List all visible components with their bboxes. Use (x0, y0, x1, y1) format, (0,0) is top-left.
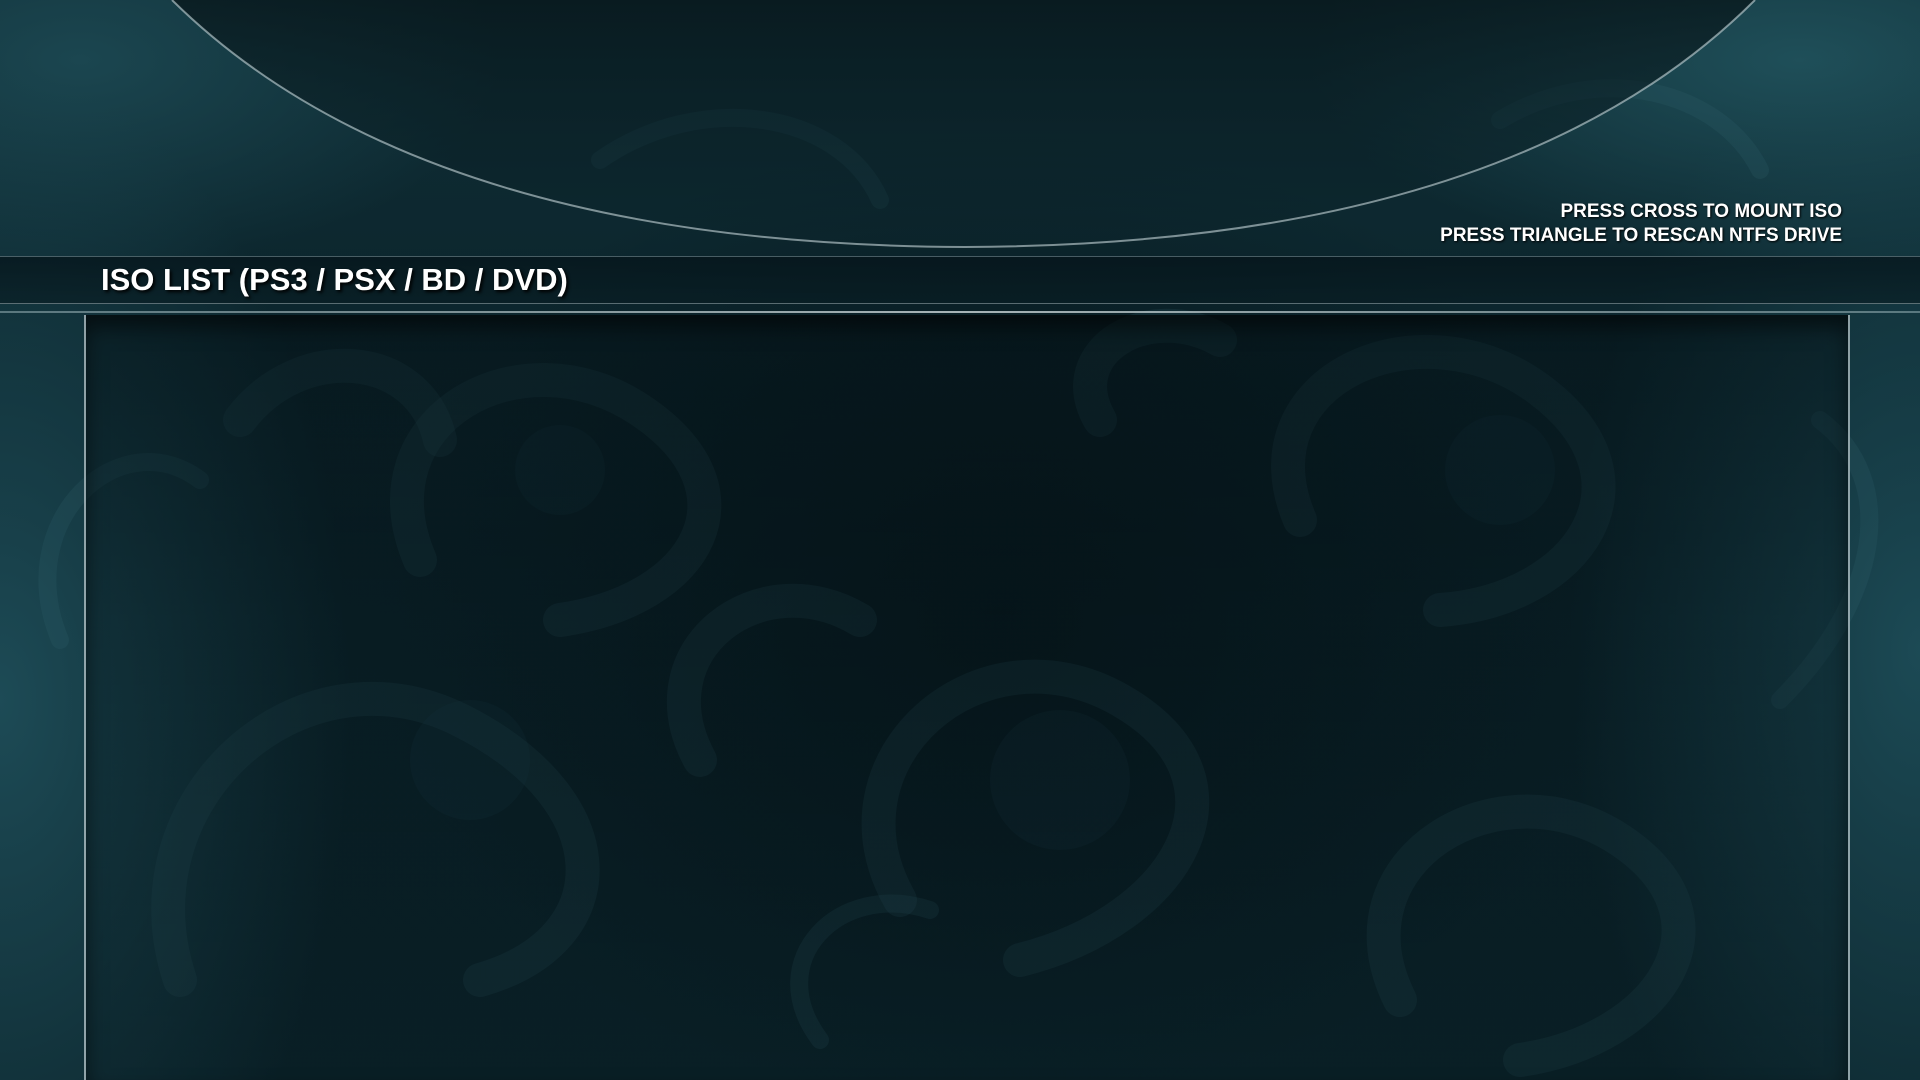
button-hints: PRESS CROSS TO MOUNT ISO PRESS TRIANGLE … (1440, 200, 1842, 248)
hint-rescan-ntfs: PRESS TRIANGLE TO RESCAN NTFS DRIVE (1440, 225, 1842, 246)
screen-background: PRESS CROSS TO MOUNT ISO PRESS TRIANGLE … (0, 0, 1920, 1080)
hint-mount-iso: PRESS CROSS TO MOUNT ISO (1560, 201, 1842, 222)
title-bar: ISO LIST (PS3 / PSX / BD / DVD) (0, 256, 1920, 304)
page-title: ISO LIST (PS3 / PSX / BD / DVD) (101, 262, 568, 297)
title-divider (0, 311, 1920, 313)
iso-list-panel[interactable] (84, 315, 1850, 1080)
